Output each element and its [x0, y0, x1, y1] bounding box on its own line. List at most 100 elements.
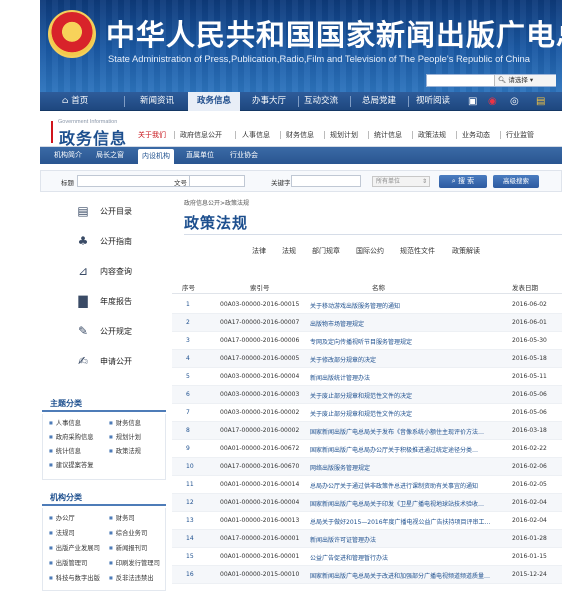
row-title-link[interactable]: 新闻出版许可证管理办法: [310, 535, 505, 544]
sub-link-planning[interactable]: 规划计划: [330, 130, 358, 140]
table-row[interactable]: 3 00A17-00000-2016-00006 专网及定向传播视听节目服务管理规定…: [172, 332, 562, 350]
org-item[interactable]: 出版产业发展司: [49, 543, 100, 552]
sidebar-item-rules[interactable]: ✎ 公开规定: [42, 318, 166, 346]
org-item[interactable]: 综合业务司: [109, 528, 147, 537]
row-title-link[interactable]: 关于修改部分规章的决定: [310, 355, 505, 364]
row-number: 2: [186, 319, 190, 326]
row-number: 14: [186, 535, 194, 542]
wechat-icon[interactable]: ◎: [510, 92, 519, 111]
sub-link-regulation[interactable]: 行业监管: [506, 130, 534, 140]
table-row[interactable]: 8 00A17-00000-2016-00002 国家新闻出版广电总局关于发布《音像…: [172, 422, 562, 440]
nav-service-hall[interactable]: 办事大厅: [252, 92, 286, 111]
topic-item[interactable]: 统计信息: [49, 446, 81, 455]
nav-interaction[interactable]: 互动交流: [304, 92, 338, 111]
category-rules[interactable]: 部门规章: [312, 246, 340, 256]
table-row[interactable]: 7 00A03-00000-2016-00002 关于废止部分规章和规范性文件的决定…: [172, 404, 562, 422]
doc-number-input[interactable]: [189, 175, 245, 187]
app-icon[interactable]: ▤: [536, 92, 545, 111]
sec-nav-director[interactable]: 局长之窗: [96, 147, 124, 164]
sidebar-item-report[interactable]: ▇ 年度报告: [42, 288, 166, 316]
sec-nav-intro[interactable]: 机构简介: [54, 147, 82, 164]
row-title-link[interactable]: 出版物市场管理规定: [310, 319, 505, 328]
sub-link-personnel[interactable]: 人事信息: [242, 130, 270, 140]
sidebar-item-guide[interactable]: ♣ 公开指南: [42, 228, 166, 256]
category-law[interactable]: 法律: [252, 246, 266, 256]
table-row[interactable]: 11 00A01-00000-2016-00014 总局办公厅关于通过供非政策件总进…: [172, 476, 562, 494]
row-title-link[interactable]: 关于移动游戏出版服务管理的通知: [310, 301, 505, 310]
table-row[interactable]: 10 00A17-00000-2016-00670 网络出版服务管理规定 2016-0…: [172, 458, 562, 476]
nav-gov-info[interactable]: 政务信息: [188, 92, 240, 111]
org-item[interactable]: 法规司: [49, 528, 75, 537]
sub-link-finance[interactable]: 财务信息: [286, 130, 314, 140]
org-item[interactable]: 出版管理司: [49, 558, 87, 567]
sub-link-about[interactable]: 关于我们: [138, 130, 166, 140]
category-interpretation[interactable]: 政策解读: [452, 246, 480, 256]
topic-item[interactable]: 人事信息: [49, 418, 81, 427]
site-search-select[interactable]: 🔍︎ 请选择 ▾: [494, 75, 556, 86]
row-title-link[interactable]: 公益广告促进和管理暂行办法: [310, 553, 505, 562]
row-title-link[interactable]: 专网及定向传播视听节目服务管理规定: [310, 337, 505, 346]
org-item[interactable]: 印刷发行管理司: [109, 558, 160, 567]
org-item[interactable]: 科技与数字出版: [49, 573, 100, 582]
table-row[interactable]: 15 00A01-00000-2016-00001 公益广告促进和管理暂行办法 201…: [172, 548, 562, 566]
site-search-input[interactable]: 🔍︎ 请选择 ▾: [426, 74, 556, 87]
sub-link-statistics[interactable]: 统计信息: [374, 130, 402, 140]
org-item[interactable]: 新闻报刊司: [109, 543, 147, 552]
table-row[interactable]: 12 00A01-00000-2016-00004 国家新闻出版广电总局关于印发《卫…: [172, 494, 562, 512]
unit-select[interactable]: 所有单位 ⇕: [372, 176, 430, 187]
row-title-link[interactable]: 新闻出版统计管理办法: [310, 373, 505, 382]
topic-item[interactable]: 规划计划: [109, 432, 141, 441]
row-title-link[interactable]: 总局办公厅关于通过供非政策件总进行课制资助有关事宜的通知: [310, 481, 505, 490]
row-title-link[interactable]: 关于废止部分规章和规范性文件的决定: [310, 409, 505, 418]
row-title-link[interactable]: 国家新闻出版广电总局办公厅关于积极推进通过统定途径分类…: [310, 445, 505, 454]
topic-item[interactable]: 财务信息: [109, 418, 141, 427]
table-row[interactable]: 1 00A03-00000-2016-00015 关于移动游戏出版服务管理的通知 20…: [172, 296, 562, 314]
sidebar-item-query[interactable]: ⊿ 内容查询: [42, 258, 166, 286]
home-icon: ⌂: [62, 96, 72, 106]
sidebar: ▤ 公开目录 ♣ 公开指南 ⊿ 内容查询 ▇ 年度报告 ✎ 公开规定 ✍ 申请公开 主题分类…: [42, 196, 166, 591]
sub-link-business[interactable]: 业务动态: [462, 130, 490, 140]
row-title-link[interactable]: 国家新闻出版广电总局关于改进和加强部分广播电视频道频道质量…: [310, 571, 505, 580]
topic-item[interactable]: 政府采购信息: [49, 432, 94, 441]
row-date: 2016-02-06: [512, 463, 547, 470]
table-row[interactable]: 13 00A01-00000-2016-00013 总局关于做好2015—2016年…: [172, 512, 562, 530]
category-regulation[interactable]: 法规: [282, 246, 296, 256]
topic-item[interactable]: 政策法规: [109, 446, 141, 455]
nav-av-reading[interactable]: 视听阅读: [416, 92, 450, 111]
sec-nav-subordinates[interactable]: 直属单位: [186, 147, 214, 164]
search-button[interactable]: ⌕ 搜 索: [439, 175, 487, 188]
sidebar-item-catalog[interactable]: ▤ 公开目录: [42, 198, 166, 226]
nav-news[interactable]: 新闻资讯: [140, 92, 174, 111]
row-title-link[interactable]: 国家新闻出版广电总局关于发布《音像系统小额住主现评价方法…: [310, 427, 505, 436]
keyword-input[interactable]: [291, 175, 361, 187]
table-header: 序号 索引号 名称 发表日期: [172, 280, 562, 294]
sub-link-policy[interactable]: 政策法规: [418, 130, 446, 140]
topic-item[interactable]: 建议提案答复: [49, 460, 94, 469]
table-row[interactable]: 14 00A17-00000-2016-00001 新闻出版许可证管理办法 2016-…: [172, 530, 562, 548]
org-item[interactable]: 办公厅: [49, 513, 75, 522]
table-row[interactable]: 6 00A03-00000-2016-00003 关于废止部分规章和规范性文件的决定…: [172, 386, 562, 404]
table-row[interactable]: 16 00A01-00000-2015-00010 国家新闻出版广电总局关于改进和加…: [172, 566, 562, 584]
sec-nav-departments[interactable]: 内设机构: [138, 149, 174, 164]
advanced-search-button[interactable]: 高级搜索: [493, 175, 539, 188]
row-index: 00A03-00000-2016-00015: [220, 301, 300, 308]
nav-home[interactable]: ⌂ 首页: [62, 92, 88, 111]
sidebar-item-apply[interactable]: ✍ 申请公开: [42, 348, 166, 376]
table-row[interactable]: 9 00A01-00000-2016-00672 国家新闻出版广电总局办公厅关于积极…: [172, 440, 562, 458]
category-normative[interactable]: 规范性文件: [400, 246, 435, 256]
sub-link-disclosure[interactable]: 政府信息公开: [180, 130, 222, 140]
table-row[interactable]: 2 00A17-00000-2016-00007 出版物市场管理规定 2016-06-…: [172, 314, 562, 332]
row-title-link[interactable]: 网络出版服务管理规定: [310, 463, 505, 472]
table-row[interactable]: 5 00A03-00000-2016-00004 新闻出版统计管理办法 2016-05…: [172, 368, 562, 386]
row-title-link[interactable]: 总局关于做好2015—2016年度广播电视公益广告扶持项目评审工…: [310, 517, 505, 526]
row-title-link[interactable]: 关于废止部分规章和规范性文件的决定: [310, 391, 505, 400]
weibo-icon[interactable]: ▣: [468, 92, 477, 111]
table-row[interactable]: 4 00A17-00000-2016-00005 关于修改部分规章的决定 2016-0…: [172, 350, 562, 368]
org-item[interactable]: 反非法违禁出: [109, 573, 154, 582]
nav-party[interactable]: 总局党建: [362, 92, 396, 111]
org-item[interactable]: 财务司: [109, 513, 135, 522]
category-convention[interactable]: 国际公约: [356, 246, 384, 256]
sec-nav-associations[interactable]: 行业协会: [230, 147, 258, 164]
weibo-logo-icon[interactable]: ◉: [488, 92, 497, 111]
row-title-link[interactable]: 国家新闻出版广电总局关于印发《卫星广播电视地球站技术验收…: [310, 499, 505, 508]
